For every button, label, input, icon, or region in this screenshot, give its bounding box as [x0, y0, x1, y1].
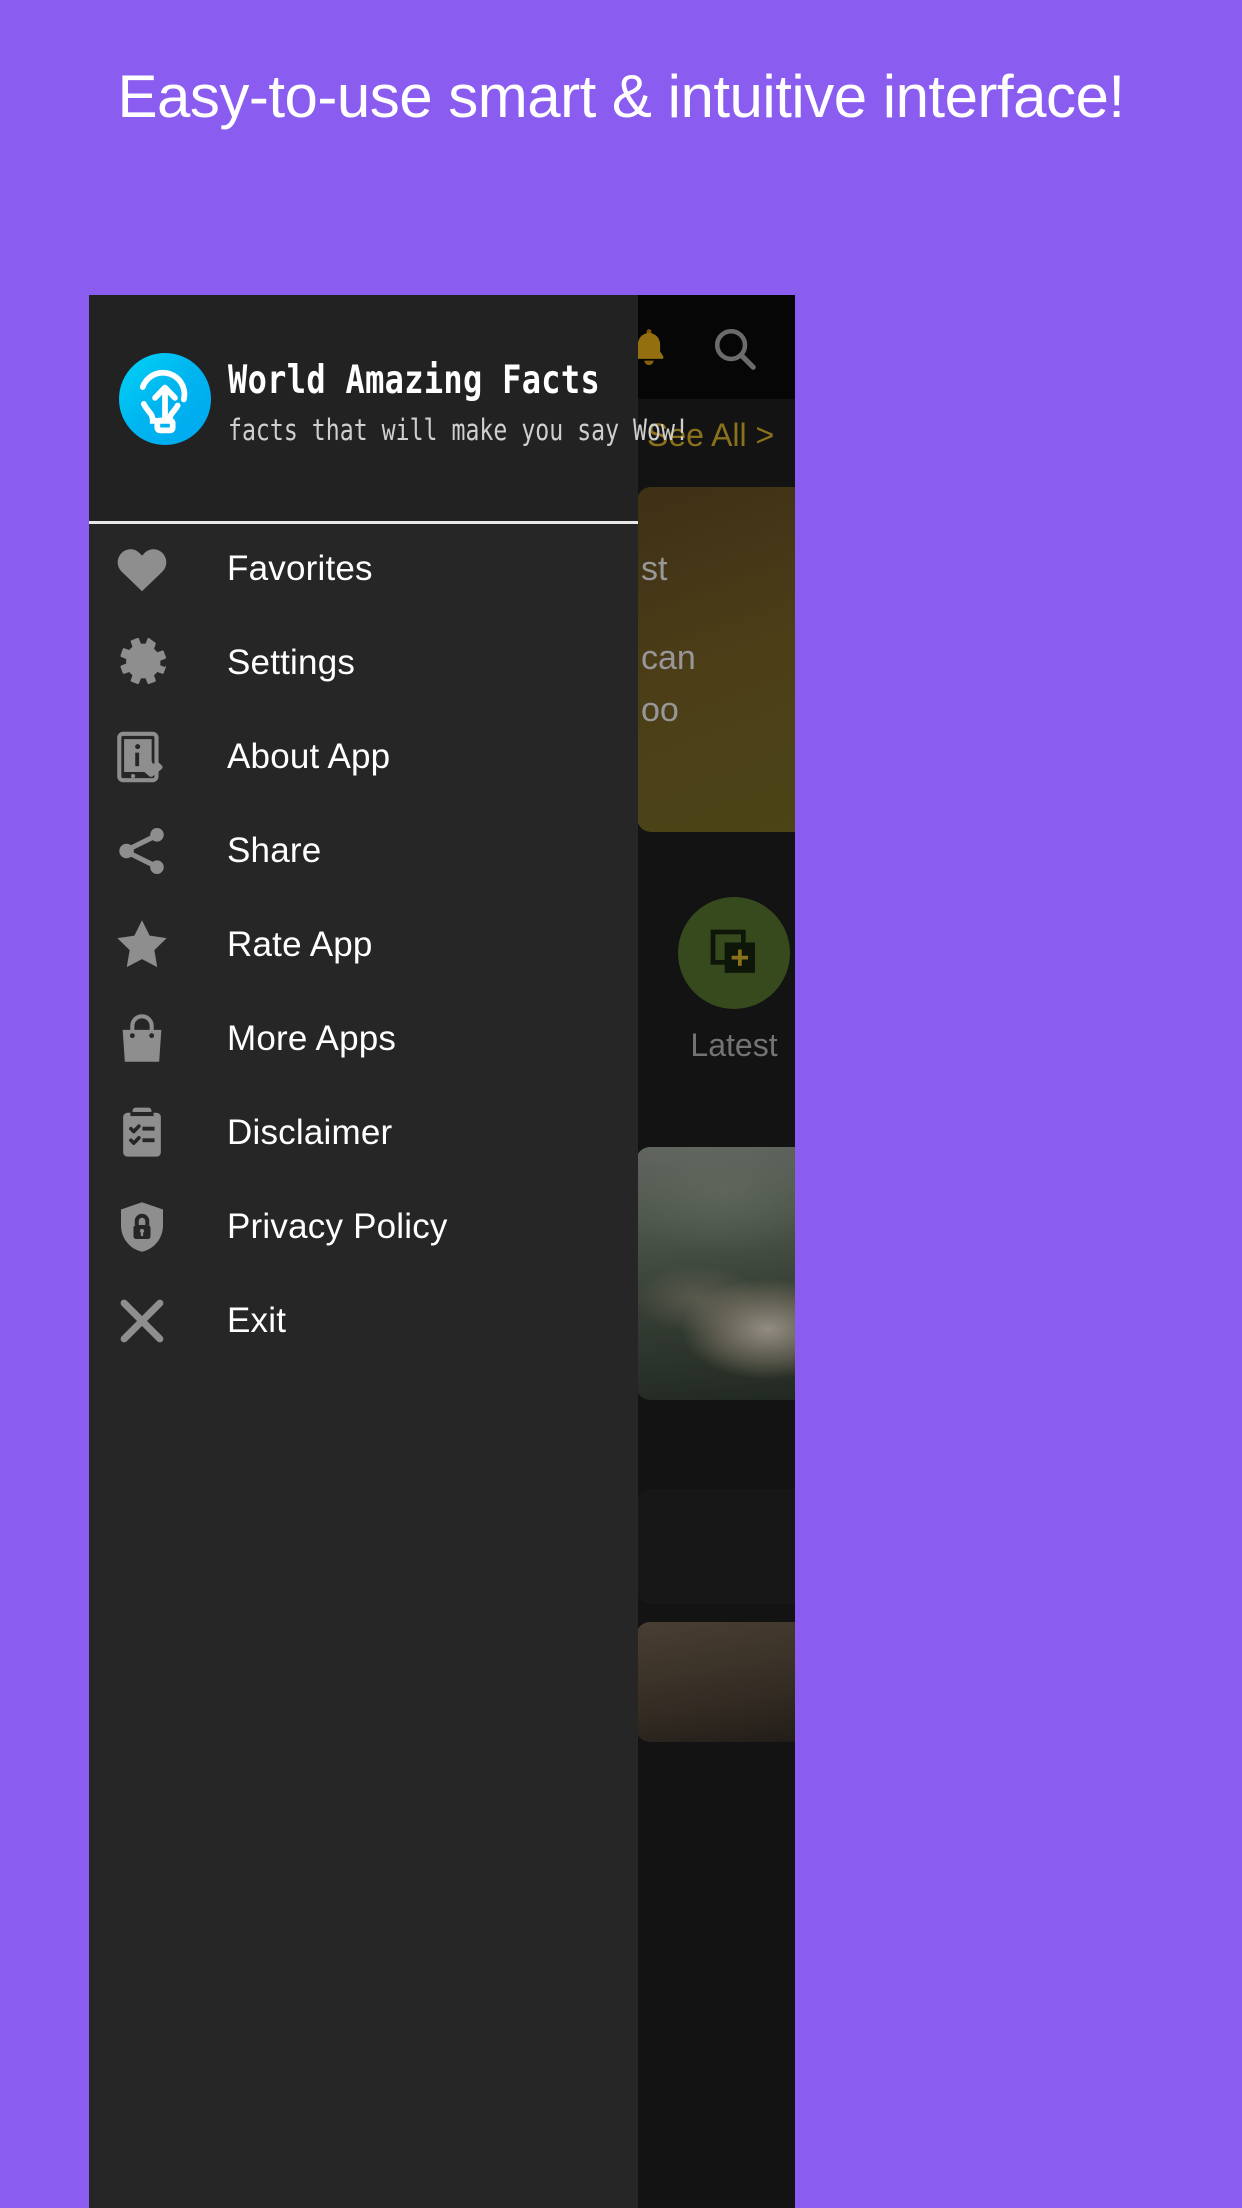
about-app-icon: [109, 724, 175, 790]
share-icon: [109, 818, 175, 884]
menu-item-favorites[interactable]: Favorites: [89, 522, 638, 616]
gear-icon: [109, 630, 175, 696]
menu-item-label: Favorites: [227, 549, 373, 588]
menu-item-rate-app[interactable]: Rate App: [89, 898, 638, 992]
clipboard-checklist-icon: [109, 1100, 175, 1166]
shopping-bag-icon: [109, 1006, 175, 1072]
menu-item-label: Disclaimer: [227, 1113, 393, 1152]
menu-item-settings[interactable]: Settings: [89, 616, 638, 710]
menu-item-label: About App: [227, 737, 391, 776]
menu-item-exit[interactable]: Exit: [89, 1274, 638, 1368]
navigation-drawer: World Amazing Facts facts that will make…: [89, 295, 689, 2208]
shield-lock-icon: [109, 1194, 175, 1260]
menu-item-label: Privacy Policy: [227, 1207, 448, 1246]
lightbulb-arrow-icon: [119, 353, 211, 445]
close-x-icon: [109, 1288, 175, 1354]
menu-item-label: More Apps: [227, 1019, 397, 1058]
menu-item-more-apps[interactable]: More Apps: [89, 992, 638, 1086]
app-screenshot-frame: See All > st can oo Latest World Amazing…: [89, 295, 795, 2208]
app-subtitle: facts that will make you say Wow!: [228, 413, 689, 447]
app-title: World Amazing Facts: [228, 358, 601, 403]
heart-icon: [109, 536, 175, 602]
star-icon: [109, 912, 175, 978]
menu-item-privacy-policy[interactable]: Privacy Policy: [89, 1180, 638, 1274]
menu-item-disclaimer[interactable]: Disclaimer: [89, 1086, 638, 1180]
menu-item-label: Exit: [227, 1301, 287, 1340]
promo-headline: Easy-to-use smart & intuitive interface!: [117, 63, 1125, 130]
menu-item-label: Rate App: [227, 925, 373, 964]
drawer-menu-list: Favorites Settings About App Share Rate …: [89, 522, 638, 1368]
menu-item-label: Settings: [227, 643, 356, 682]
menu-item-about-app[interactable]: About App: [89, 710, 638, 804]
drawer-header: World Amazing Facts facts that will make…: [89, 295, 689, 522]
menu-item-label: Share: [227, 831, 322, 870]
menu-item-share[interactable]: Share: [89, 804, 638, 898]
